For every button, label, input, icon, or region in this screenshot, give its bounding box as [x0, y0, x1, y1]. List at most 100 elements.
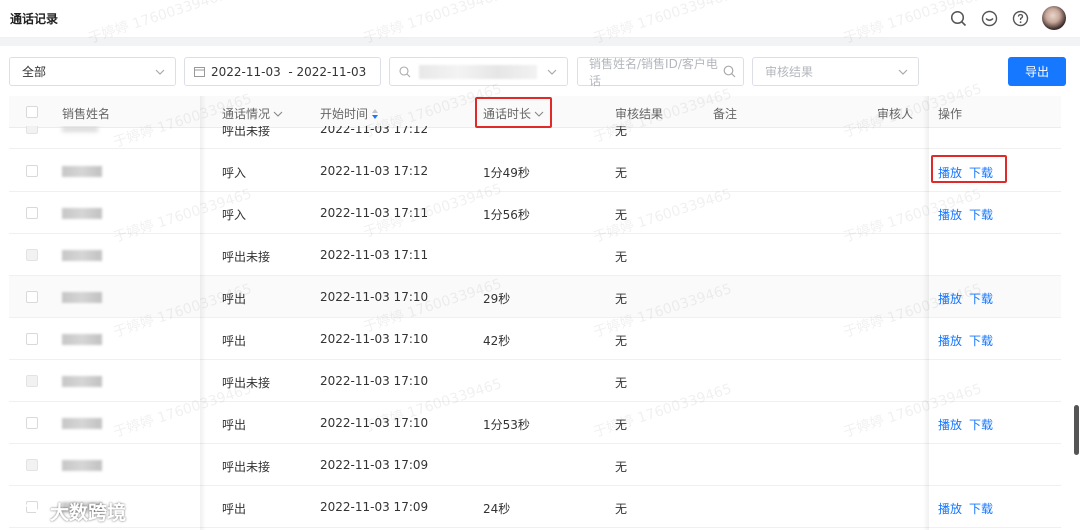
call-status: 呼出 [222, 418, 247, 432]
call-status: 呼入 [222, 208, 247, 222]
audit-result: 无 [615, 166, 628, 180]
blurred-sales-name [62, 292, 102, 303]
search-icon [399, 65, 411, 77]
start-time: 2022-11-03 17:09 [320, 458, 429, 472]
date-range-picker[interactable]: 2022-11-03 - 2022-11-03 [184, 57, 381, 86]
table-row: 呼出未接 2022-11-03 17:09 无 [9, 444, 1061, 486]
download-link[interactable]: 下载 [969, 500, 993, 517]
search-input[interactable]: 销售姓名/销售ID/客户电话 [577, 56, 744, 88]
play-link[interactable]: 播放 [938, 290, 962, 307]
call-duration: 1分49秒 [483, 166, 530, 180]
search-icon[interactable] [723, 65, 736, 78]
col-audit-result-label: 审核结果 [615, 107, 664, 121]
col-start-time[interactable]: 开始时间 [320, 105, 379, 122]
start-time: 2022-11-03 17:12 [320, 126, 429, 136]
calendar-icon [194, 67, 205, 77]
blurred-sales-name [62, 166, 102, 177]
brand-watermark: 大数跨境 [8, 498, 126, 525]
audit-result-select[interactable]: 审核结果 [752, 57, 919, 86]
table-row: 呼出未接 2022-11-03 17:11 无 [9, 234, 1061, 276]
scrollbar-thumb[interactable] [1074, 405, 1079, 455]
highlight-duration-header [475, 97, 552, 128]
start-time: 2022-11-03 17:12 [320, 164, 429, 178]
date-range-value: 2022-11-03 - 2022-11-03 [211, 64, 367, 79]
col-status[interactable]: 通话情况 [222, 105, 283, 122]
table-row: 呼出 2022-11-03 17:10 42秒 无 播放 下载 [9, 318, 1061, 360]
audit-result: 无 [615, 460, 628, 474]
start-time: 2022-11-03 17:10 [320, 416, 429, 430]
col-auditor: 审核人 [877, 105, 913, 122]
row-checkbox[interactable] [26, 459, 38, 471]
call-status: 呼出 [222, 334, 247, 348]
start-time: 2022-11-03 17:10 [320, 290, 429, 304]
fixed-column-shadow-left [200, 96, 206, 530]
row-checkbox[interactable] [26, 333, 38, 345]
audit-result: 无 [615, 292, 628, 306]
chevron-down-icon [155, 69, 165, 75]
call-status: 呼出未接 [222, 460, 271, 474]
row-checkbox[interactable] [26, 165, 38, 177]
blurred-sales-name [62, 334, 102, 345]
page-title: 通话记录 [10, 12, 59, 26]
export-button[interactable]: 导出 [1008, 57, 1066, 86]
chevron-down-icon [547, 69, 557, 75]
col-actions-label: 操作 [938, 107, 963, 121]
audit-result: 无 [615, 376, 628, 390]
scrollbar-track[interactable] [1073, 96, 1080, 530]
blurred-sales-name [62, 250, 102, 261]
start-time: 2022-11-03 17:10 [320, 374, 429, 388]
table-row: 呼出 2022-11-03 17:10 1分53秒 无 播放 下载 [9, 402, 1061, 444]
col-auditor-label: 审核人 [877, 107, 914, 121]
select-all-checkbox[interactable] [26, 106, 38, 118]
call-status: 呼出未接 [222, 250, 271, 264]
search-placeholder: 销售姓名/销售ID/客户电话 [589, 56, 718, 88]
download-link[interactable]: 下载 [969, 290, 993, 307]
col-remark-label: 备注 [713, 107, 738, 121]
row-checkbox[interactable] [26, 126, 38, 134]
call-status: 呼出未接 [222, 376, 271, 390]
row-checkbox[interactable] [26, 207, 38, 219]
blurred-sales-name [62, 418, 102, 429]
call-duration: 1分56秒 [483, 208, 530, 222]
table-row: 呼入 2022-11-03 17:12 1分49秒 无 播放 下载 [9, 150, 1061, 192]
message-icon[interactable] [980, 9, 999, 28]
call-status: 呼入 [222, 166, 247, 180]
table-row: 呼出 2022-11-03 17:09 24秒 无 播放 下载 [9, 486, 1061, 528]
start-time: 2022-11-03 17:11 [320, 248, 429, 262]
help-icon[interactable] [1011, 9, 1030, 28]
row-checkbox[interactable] [26, 291, 38, 303]
audit-result: 无 [615, 250, 628, 264]
row-checkbox[interactable] [26, 417, 38, 429]
call-duration: 1分53秒 [483, 418, 530, 432]
blurred-sales-name [62, 126, 98, 132]
play-link[interactable]: 播放 [938, 206, 962, 223]
download-link[interactable]: 下载 [969, 416, 993, 433]
col-actions: 操作 [938, 105, 962, 122]
avatar[interactable] [1042, 6, 1066, 30]
call-duration: 24秒 [483, 502, 511, 516]
search-icon[interactable] [949, 9, 968, 28]
row-checkbox[interactable] [26, 375, 38, 387]
start-time: 2022-11-03 17:10 [320, 332, 429, 346]
play-link[interactable]: 播放 [938, 332, 962, 349]
sales-select[interactable] [389, 57, 568, 86]
table-row: 呼出 2022-11-03 17:10 29秒 无 播放 下载 [9, 276, 1061, 318]
download-link[interactable]: 下载 [969, 332, 993, 349]
table-row: 呼出未接 2022-11-03 17:12 无 [9, 126, 1061, 149]
call-duration: 42秒 [483, 334, 511, 348]
play-link[interactable]: 播放 [938, 500, 962, 517]
blurred-sales-name [62, 460, 102, 471]
start-time: 2022-11-03 17:11 [320, 206, 429, 220]
download-link[interactable]: 下载 [969, 206, 993, 223]
audit-result: 无 [615, 334, 628, 348]
start-time: 2022-11-03 17:09 [320, 500, 429, 514]
row-checkbox[interactable] [26, 249, 38, 261]
brand-logo-icon [9, 503, 42, 520]
highlight-actions [931, 155, 1007, 183]
call-type-value: 全部 [22, 65, 47, 79]
blurred-value [419, 64, 537, 79]
play-link[interactable]: 播放 [938, 416, 962, 433]
sort-icon[interactable] [371, 108, 379, 120]
call-type-select[interactable]: 全部 [9, 57, 176, 86]
col-audit-result: 审核结果 [615, 105, 663, 122]
